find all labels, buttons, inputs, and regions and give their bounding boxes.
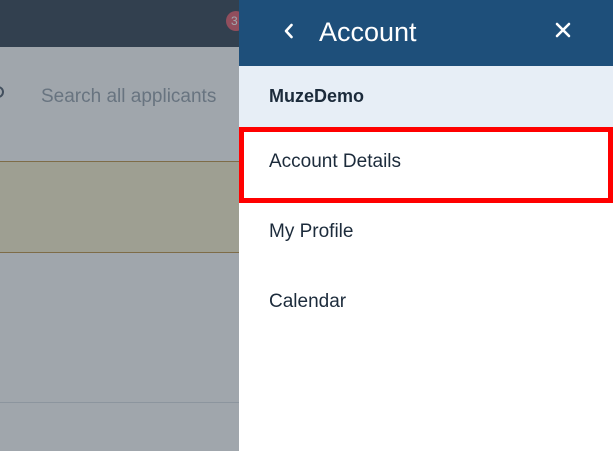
- account-drawer: Account MuzeDemo Account Details My Prof…: [239, 0, 613, 451]
- drawer-title: Account: [319, 17, 417, 47]
- menu-item-label: My Profile: [269, 221, 354, 242]
- account-name: MuzeDemo: [269, 86, 365, 106]
- menu-item-my-profile[interactable]: My Profile: [239, 197, 613, 267]
- menu-item-account-details[interactable]: Account Details: [239, 127, 613, 203]
- menu-item-label: Calendar: [269, 291, 347, 312]
- account-name-row: MuzeDemo: [239, 66, 613, 127]
- back-button[interactable]: [273, 17, 305, 49]
- close-button[interactable]: [546, 15, 580, 49]
- drawer-header: Account: [239, 0, 613, 66]
- menu-item-calendar[interactable]: Calendar: [239, 267, 613, 337]
- chevron-left-icon: [283, 23, 295, 44]
- close-icon: [555, 22, 571, 43]
- highlight-box: [239, 127, 613, 203]
